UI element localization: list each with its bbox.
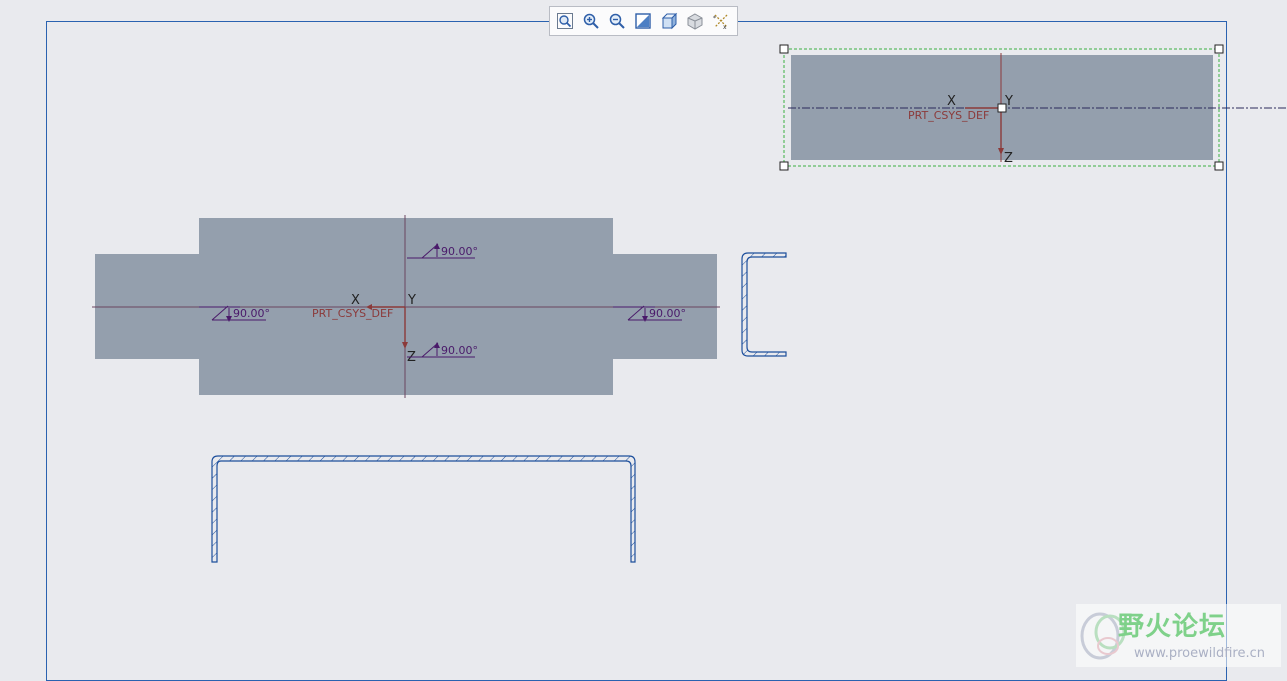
csys-label-top: PRT_CSYS_DEF <box>908 109 989 122</box>
front-section-view[interactable] <box>211 455 636 563</box>
bend-angle-bottom: 90.00° <box>441 344 478 357</box>
watermark-url: www.proewildfire.cn <box>1134 646 1265 661</box>
watermark-title: 野火论坛 <box>1118 612 1227 642</box>
side-section-view[interactable] <box>741 252 787 357</box>
top-right-view[interactable]: PRT_CSYS_DEF X Y Z <box>779 44 1287 171</box>
selection-handle-tl[interactable] <box>779 44 789 54</box>
selection-handle-tr[interactable] <box>1214 44 1224 54</box>
axis-x-label: X <box>351 293 360 308</box>
selection-handle-bl[interactable] <box>779 161 789 171</box>
main-view[interactable]: PRT_CSYS_DEF X Y Z 90.00° 90.00° 90.00° <box>92 215 720 398</box>
axis-y-label-top: Y <box>1004 94 1013 109</box>
front-section-outline[interactable] <box>211 455 636 563</box>
bend-angle-top: 90.00° <box>441 245 478 258</box>
side-section-outline[interactable] <box>741 252 787 357</box>
csys-label: PRT_CSYS_DEF <box>312 307 393 320</box>
axis-z-label-top: Z <box>1004 151 1013 166</box>
axis-y-label: Y <box>407 293 416 308</box>
drawing-canvas[interactable]: PRT_CSYS_DEF X Y Z 90.00° 90.00° 90.00° <box>0 0 1287 672</box>
bend-angle-right: 90.00° <box>649 307 686 320</box>
axis-x-label-top: X <box>947 94 956 109</box>
selection-handle-br[interactable] <box>1214 161 1224 171</box>
bend-angle-left: 90.00° <box>233 307 270 320</box>
